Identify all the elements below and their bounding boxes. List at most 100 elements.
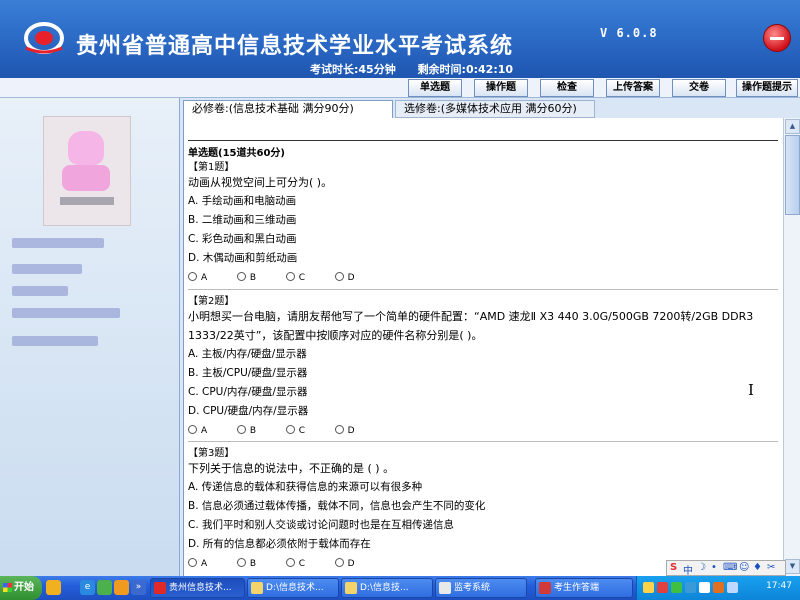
tools-icon: ✂: [767, 562, 776, 573]
radio-b[interactable]: B: [237, 272, 283, 283]
timer-row: 考试时长:45分钟 剩余时间:0:42:10: [310, 61, 531, 77]
scroll-down-icon[interactable]: ▼: [785, 559, 800, 574]
candidate-photo: [43, 116, 131, 226]
option-a: A. 手绘动画和电脑动画: [188, 195, 297, 207]
ime-toolbar[interactable]: S 中 ☽ • ⌨ ☺ ♦ ✂: [666, 560, 786, 577]
folder-icon: [251, 582, 263, 594]
question-label: 【第3题】: [188, 448, 235, 459]
sogou-icon: S: [670, 562, 678, 573]
submit-button[interactable]: 交卷: [672, 79, 726, 97]
radio-b[interactable]: B: [237, 425, 283, 436]
task-exam-app[interactable]: 贵州信息技术...: [150, 578, 245, 598]
radio-a[interactable]: A: [188, 558, 234, 569]
option-c: C. 我们平时和别人交谈或讨论问题时也是在互相传递信息: [188, 519, 455, 531]
option-b: B. 二维动画和三维动画: [188, 214, 297, 226]
operation-hint-button[interactable]: 操作题提示: [736, 79, 798, 97]
candidate-app-icon: [539, 582, 551, 594]
question-text: 动画从视觉空间上可分为( )。: [188, 176, 333, 189]
app-tray-icon[interactable]: [713, 582, 724, 593]
upload-answer-button[interactable]: 上传答案: [606, 79, 660, 97]
candidate-panel: [0, 98, 180, 576]
ime-lang[interactable]: 中: [683, 562, 693, 577]
display-icon[interactable]: [727, 582, 738, 593]
system-tray: 17:47: [636, 576, 800, 600]
radio-a[interactable]: A: [188, 425, 234, 436]
answer-radios: A B C D: [188, 272, 782, 283]
folder-icon: [345, 582, 357, 594]
question-2: 【第2题】 小明想买一台电脑，请朋友帮他写了一个简单的硬件配置：“AMD 速龙Ⅱ…: [188, 292, 782, 436]
toolbar: 单选题 操作题 检查 上传答案 交卷 操作题提示: [0, 78, 800, 98]
candidate-info-line: [12, 238, 104, 248]
desktop-icon[interactable]: [97, 580, 112, 595]
ie-icon[interactable]: e: [80, 580, 95, 595]
punctuation-icon: •: [711, 562, 717, 573]
radio-b[interactable]: B: [237, 558, 283, 569]
question-3: 【第3题】 下列关于信息的说法中，不正确的是 ( ) 。 A. 传递信息的载体和…: [188, 444, 782, 569]
app-title: 贵州省普通高中信息技术学业水平考试系统: [76, 34, 514, 59]
answer-radios: A B C D: [188, 425, 782, 436]
exam-duration: 考试时长:45分钟: [310, 63, 396, 76]
option-a: A. 传递信息的载体和获得信息的来源可以有很多种: [188, 481, 423, 493]
question-separator: [188, 441, 778, 442]
close-button[interactable]: [763, 24, 791, 52]
task-candidate[interactable]: 考生作答端: [535, 578, 633, 598]
app-header: 贵州省普通高中信息技术学业水平考试系统 V 6.0.8 考试时长:45分钟 剩余…: [0, 0, 800, 78]
monitor-icon: [439, 582, 451, 594]
start-button[interactable]: 开始: [0, 576, 42, 600]
content-scrollbar[interactable]: ▲ ▼: [783, 118, 800, 576]
content-divider: [188, 140, 778, 141]
ime-tray-icon[interactable]: [699, 582, 710, 593]
question-text: 小明想买一台电脑，请朋友帮他写了一个简单的硬件配置：“AMD 速龙Ⅱ X3 44…: [188, 310, 754, 342]
exam-app-icon: [154, 582, 166, 594]
check-button[interactable]: 检查: [540, 79, 594, 97]
option-b: B. 主板/CPU/硬盘/显示器: [188, 367, 308, 379]
task-folder-1[interactable]: D:\信息技术...: [247, 578, 339, 598]
option-a: A. 主板/内存/硬盘/显示器: [188, 348, 307, 360]
radio-c[interactable]: C: [286, 425, 332, 436]
section-title: 单选题(15道共60分): [188, 148, 285, 159]
scroll-up-icon[interactable]: ▲: [785, 119, 800, 134]
question-label: 【第2题】: [188, 296, 235, 307]
skin-icon: ♦: [753, 562, 762, 573]
security-icon[interactable]: [657, 582, 668, 593]
radio-c[interactable]: C: [286, 558, 332, 569]
single-choice-button[interactable]: 单选题: [408, 79, 462, 97]
operation-button[interactable]: 操作题: [474, 79, 528, 97]
volume-icon[interactable]: [685, 582, 696, 593]
media-icon[interactable]: [114, 580, 129, 595]
clock: 17:47: [766, 581, 792, 591]
radio-a[interactable]: A: [188, 272, 234, 283]
task-folder-2[interactable]: D:\信息技...: [341, 578, 433, 598]
logo-icon: [24, 22, 64, 54]
moon-icon: ☽: [697, 562, 706, 573]
radio-d[interactable]: D: [335, 425, 381, 436]
question-content: 单选题(15道共60分) 【第1题】 动画从视觉空间上可分为( )。 A. 手绘…: [183, 118, 783, 576]
scroll-thumb[interactable]: [785, 135, 800, 215]
tab-required[interactable]: 必修卷:(信息技术基础 满分90分): [183, 100, 393, 118]
more-icon[interactable]: »: [131, 580, 146, 595]
text-cursor-icon: I: [748, 381, 754, 399]
quicklaunch-icon[interactable]: [46, 580, 61, 595]
question-separator: [188, 289, 778, 290]
task-proctor[interactable]: 监考系统: [435, 578, 527, 598]
candidate-info-line: [12, 264, 82, 274]
remaining-time: 剩余时间:0:42:10: [417, 63, 514, 76]
arrow-icon[interactable]: [643, 582, 654, 593]
keyboard-icon: ⌨: [723, 562, 738, 573]
question-text: 下列关于信息的说法中，不正确的是 ( ) 。: [188, 462, 395, 475]
option-b: B. 信息必须通过载体传播，载体不同，信息也会产生不同的变化: [188, 500, 486, 512]
radio-d[interactable]: D: [335, 272, 381, 283]
option-d: D. CPU/硬盘/内存/显示器: [188, 405, 309, 417]
user-icon: ☺: [739, 562, 750, 573]
radio-d[interactable]: D: [335, 558, 381, 569]
version-label: V 6.0.8: [600, 26, 658, 40]
candidate-info-line: [12, 308, 120, 318]
network-icon[interactable]: [671, 582, 682, 593]
taskbar: 开始 e » 贵州信息技术... D:\信息技术... D:\信息技... 监考…: [0, 576, 800, 600]
radio-c[interactable]: C: [286, 272, 332, 283]
question-1: 【第1题】 动画从视觉空间上可分为( )。 A. 手绘动画和电脑动画 B. 二维…: [188, 158, 782, 283]
tab-elective[interactable]: 选修卷:(多媒体技术应用 满分60分): [395, 100, 595, 118]
candidate-info-line: [12, 286, 68, 296]
candidate-info-line: [12, 336, 98, 346]
question-label: 【第1题】: [188, 162, 235, 173]
